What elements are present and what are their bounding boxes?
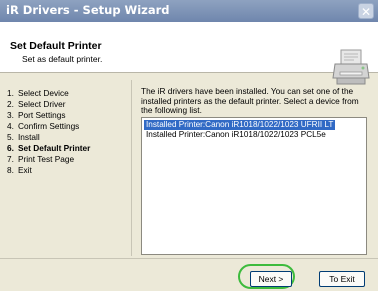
- step-number: 8.: [7, 165, 14, 175]
- window-title: iR Drivers - Setup Wizard: [6, 3, 170, 17]
- page-subtitle: Set as default printer.: [22, 54, 103, 64]
- instruction-text: The iR drivers have been installed. You …: [141, 86, 359, 116]
- page-title: Set Default Printer: [10, 40, 102, 52]
- close-icon: ✕: [360, 5, 372, 19]
- exit-button[interactable]: To Exit: [319, 271, 365, 287]
- step-number: 3.: [7, 110, 14, 120]
- step-label: Print Test Page: [18, 154, 75, 164]
- wizard-header: Set Default Printer Set as default print…: [0, 22, 378, 85]
- step-label: Select Driver: [18, 99, 66, 109]
- close-button[interactable]: ✕: [358, 3, 374, 19]
- steps-pane: 1. Select Device 2. Select Driver 3. Port S…: [0, 73, 131, 256]
- step-number: 7.: [7, 154, 14, 164]
- step-item: 4. Confirm Settings: [7, 121, 90, 132]
- step-item-current: 6. Set Default Printer: [7, 143, 90, 154]
- step-number: 6.: [7, 143, 14, 153]
- steps-list: 1. Select Device 2. Select Driver 3. Port S…: [7, 88, 90, 176]
- pane-divider: [131, 80, 132, 256]
- step-label: Confirm Settings: [18, 121, 80, 131]
- setup-wizard-window: iR Drivers - Setup Wizard ✕ Set Default …: [0, 0, 378, 291]
- step-label: Set Default Printer: [18, 143, 91, 153]
- footer-divider: [0, 258, 378, 259]
- step-number: 2.: [7, 99, 14, 109]
- step-label: Select Device: [18, 88, 69, 98]
- step-item: 2. Select Driver: [7, 99, 90, 110]
- next-button[interactable]: Next >: [250, 271, 292, 287]
- step-item: 3. Port Settings: [7, 110, 90, 121]
- step-item: 1. Select Device: [7, 88, 90, 99]
- step-label: Port Settings: [18, 110, 66, 120]
- step-item: 7. Print Test Page: [7, 154, 90, 165]
- printer-wizard-icon: [332, 49, 370, 85]
- step-item: 5. Install: [7, 132, 90, 143]
- step-number: 5.: [7, 132, 14, 142]
- printer-list-item[interactable]: Installed Printer:Canon iR1018/1022/1023…: [144, 130, 328, 140]
- step-number: 1.: [7, 88, 14, 98]
- title-bar[interactable]: iR Drivers - Setup Wizard ✕: [0, 0, 378, 22]
- step-label: Install: [18, 132, 40, 142]
- step-item: 8. Exit: [7, 165, 90, 176]
- step-label: Exit: [18, 165, 32, 175]
- step-number: 4.: [7, 121, 14, 131]
- printer-listbox[interactable]: Installed Printer:Canon iR1018/1022/1023…: [141, 117, 367, 255]
- printer-list-item-selected[interactable]: Installed Printer:Canon iR1018/1022/1023…: [144, 120, 336, 130]
